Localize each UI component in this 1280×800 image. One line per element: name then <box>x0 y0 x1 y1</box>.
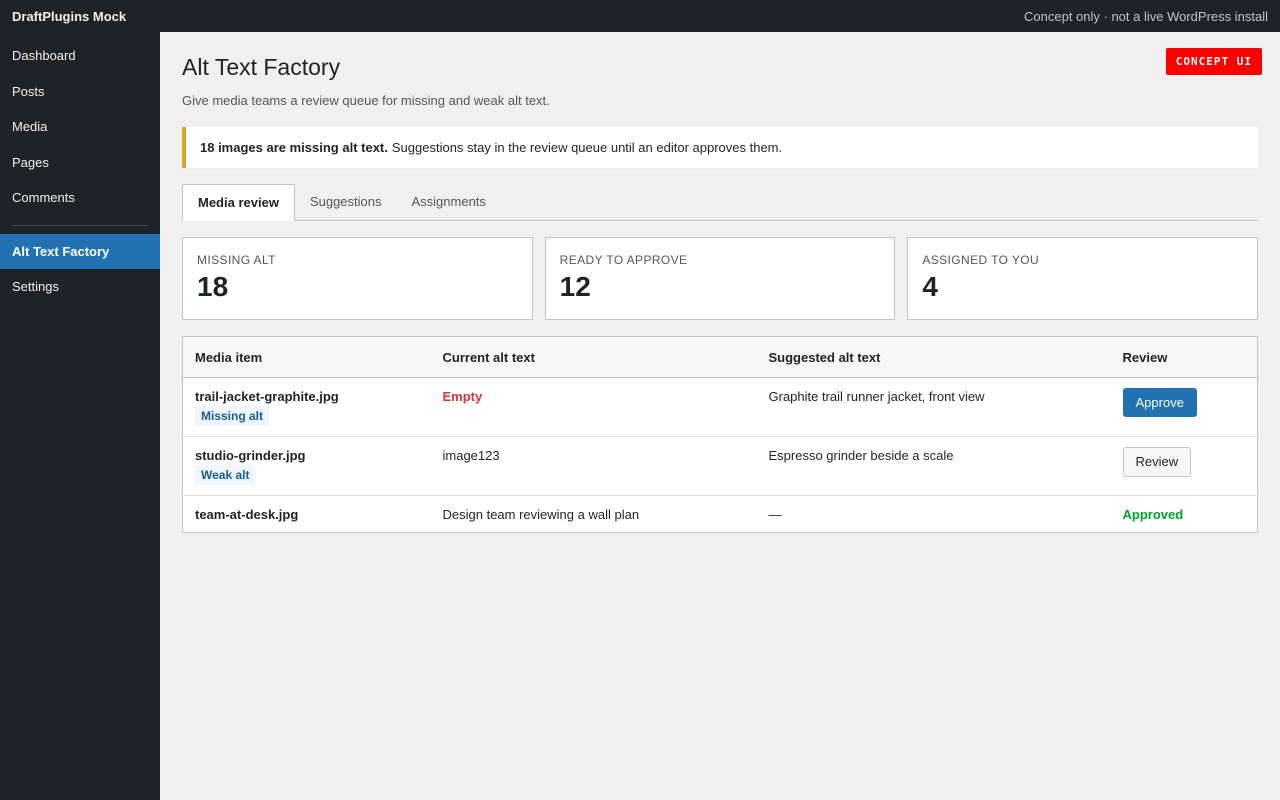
table-row: trail-jacket-graphite.jpg Missing alt Em… <box>182 377 1258 437</box>
sidebar-item-media[interactable]: Media <box>0 109 160 145</box>
stat-value: 18 <box>197 271 229 302</box>
notice-strong-text: 18 images are missing alt text. <box>200 140 388 155</box>
column-header-media-item: Media item <box>182 336 431 378</box>
current-alt-cell: Design team reviewing a wall plan <box>442 507 640 522</box>
suggested-alt-cell: Espresso grinder beside a scale <box>756 436 1111 496</box>
sidebar-item-comments[interactable]: Comments <box>0 180 160 216</box>
sidebar-item-dashboard[interactable]: Dashboard <box>0 38 160 74</box>
table-row: team-at-desk.jpg Design team reviewing a… <box>183 496 1258 533</box>
media-item-cell: studio-grinder.jpg Weak alt <box>182 436 431 496</box>
current-alt-cell: Empty <box>430 377 757 437</box>
column-header-review: Review <box>1110 336 1258 378</box>
review-cell: Approve <box>1110 377 1258 437</box>
stat-label: Assigned to you <box>922 253 1040 267</box>
concept-note: Concept only · not a live WordPress inst… <box>1024 8 1268 24</box>
media-filename[interactable]: studio-grinder.jpg <box>195 448 419 463</box>
media-review-table: Media item Current alt text Suggested al… <box>182 336 1258 533</box>
sidebar-item-alt-text-factory[interactable]: Alt Text Factory <box>0 233 160 269</box>
review-cell: Approved <box>1111 496 1258 533</box>
media-filename[interactable]: team-at-desk.jpg <box>195 507 419 522</box>
stat-card-ready-to-approve: Ready to approve 12 <box>544 237 896 320</box>
stat-card-missing-alt: Missing alt 18 <box>182 237 533 320</box>
page-title: Alt Text Factory <box>182 54 341 80</box>
review-cell: Review <box>1110 436 1258 496</box>
site-name[interactable]: DraftPlugins Mock <box>12 9 126 24</box>
tab-bar: Media review Suggestions Assignments <box>182 184 1258 221</box>
stats-row: Missing alt 18 Ready to approve 12 Assig… <box>182 237 1259 320</box>
concept-badge: CONCEPT UI <box>1165 48 1262 75</box>
table-header-row: Media item Current alt text Suggested al… <box>182 336 1258 378</box>
stat-value: 12 <box>559 271 591 302</box>
stat-card-assigned-to-you: Assigned to you 4 <box>907 237 1259 320</box>
tab-assignments[interactable]: Assignments <box>397 184 501 221</box>
notice-text: Suggestions stay in the review queue unt… <box>391 140 783 155</box>
admin-sidebar: Dashboard Posts Media Pages Comments Alt… <box>0 32 160 800</box>
column-header-suggested-alt: Suggested alt text <box>756 336 1111 378</box>
review-button[interactable]: Review <box>1122 447 1192 477</box>
tab-media-review[interactable]: Media review <box>182 184 295 221</box>
admin-bar: DraftPlugins Mock Concept only · not a l… <box>0 0 1280 32</box>
tab-suggestions[interactable]: Suggestions <box>295 184 397 221</box>
media-item-cell: team-at-desk.jpg <box>183 496 431 533</box>
current-alt-text: Empty <box>442 389 483 404</box>
suggested-alt-cell: — <box>768 507 782 522</box>
stat-label: Missing alt <box>197 253 276 267</box>
status-badge: Weak alt <box>195 465 256 485</box>
column-header-current-alt: Current alt text <box>430 336 757 378</box>
sidebar-divider <box>12 224 148 226</box>
page-description: Give media teams a review queue for miss… <box>182 93 550 108</box>
status-badge: Missing alt <box>195 406 270 426</box>
sidebar-item-settings[interactable]: Settings <box>0 269 160 305</box>
stat-value: 4 <box>922 271 938 302</box>
suggested-alt-cell: Graphite trail runner jacket, front view <box>756 377 1111 437</box>
media-item-cell: trail-jacket-graphite.jpg Missing alt <box>182 377 431 437</box>
main-content: CONCEPT UI Alt Text Factory Give media t… <box>160 32 1280 800</box>
stat-label: Ready to approve <box>559 253 688 267</box>
missing-alt-notice: 18 images are missing alt text. Suggesti… <box>182 127 1258 168</box>
sidebar-item-posts[interactable]: Posts <box>0 74 160 110</box>
approve-button[interactable]: Approve <box>1122 388 1197 417</box>
media-filename[interactable]: trail-jacket-graphite.jpg <box>195 389 419 404</box>
approved-status: Approved <box>1122 507 1184 522</box>
current-alt-cell: image123 <box>430 436 757 496</box>
sidebar-item-pages[interactable]: Pages <box>0 145 160 181</box>
table-row: studio-grinder.jpg Weak alt image123 Esp… <box>182 436 1258 496</box>
